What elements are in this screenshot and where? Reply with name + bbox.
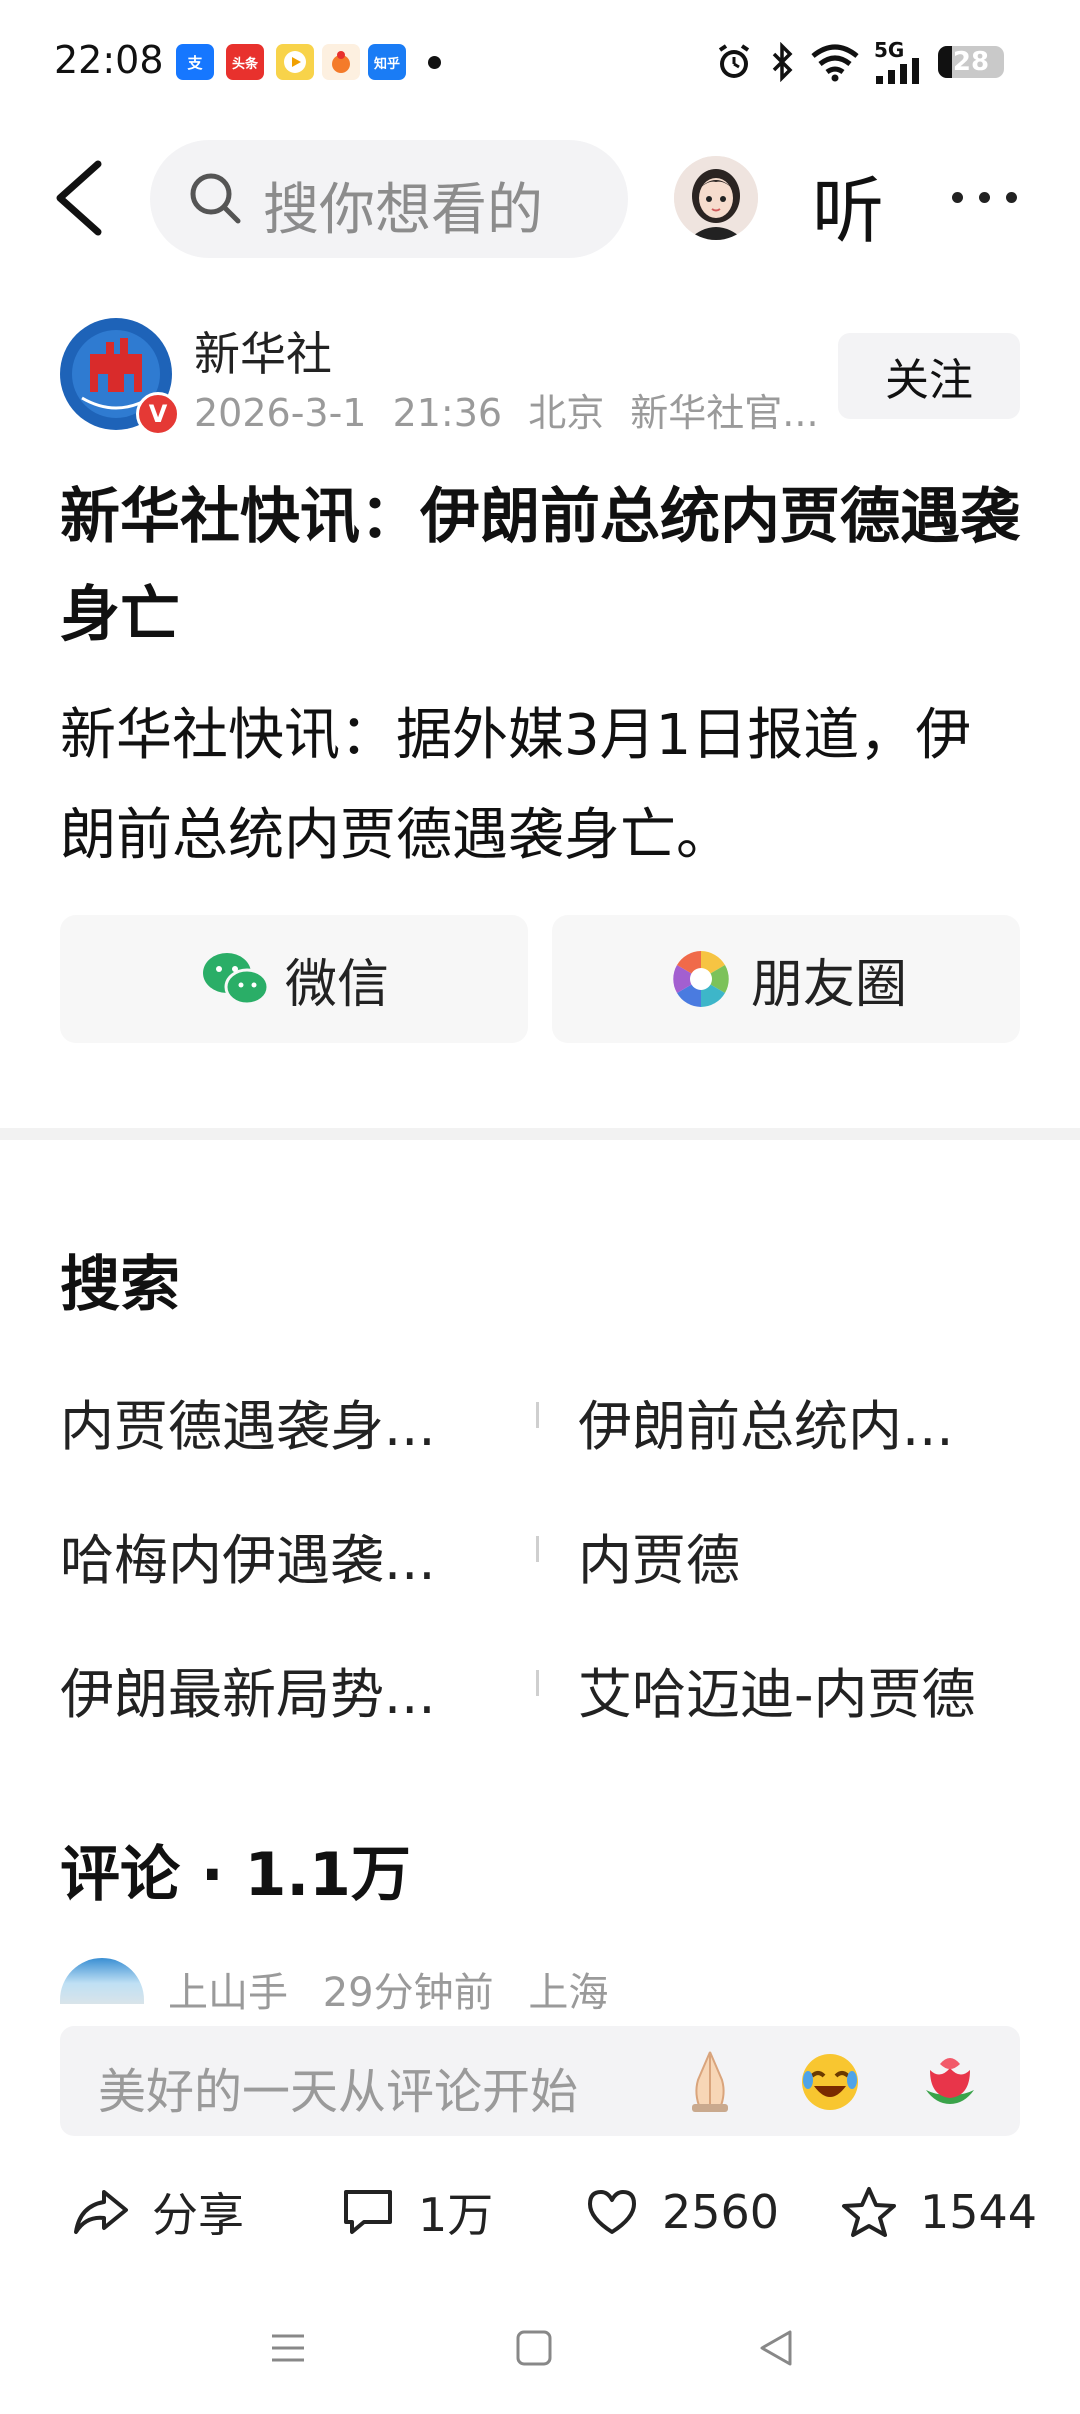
- share-wechat-label: 微信: [284, 954, 389, 1015]
- comment-input-placeholder: 美好的一天从评论开始: [98, 2064, 579, 2120]
- search-placeholder: 搜你想看的: [263, 178, 543, 243]
- search-suggestion[interactable]: 艾哈迈迪-内贾德: [578, 1650, 976, 1729]
- comment-count: 1万: [418, 2188, 494, 2242]
- heart-icon: [588, 2190, 636, 2234]
- search-input[interactable]: 搜你想看的: [150, 140, 628, 258]
- zhihu-icon: 知乎: [368, 44, 406, 80]
- home-icon[interactable]: [514, 2328, 554, 2368]
- back-arrow-icon[interactable]: [52, 160, 106, 236]
- share-moments-label: 朋友圈: [750, 954, 907, 1015]
- comment-time: 29分钟前: [322, 1970, 494, 2016]
- alarm-icon: [718, 44, 750, 78]
- search-icon: [190, 173, 241, 224]
- search-section-title: 搜索: [60, 1250, 180, 1320]
- moments-icon: [672, 951, 729, 1007]
- back-nav-icon[interactable]: [756, 2328, 796, 2368]
- commenter-name[interactable]: 上山手: [168, 1970, 288, 2016]
- commenter-avatar[interactable]: [60, 1958, 144, 2004]
- article-title: 新华社快讯：伊朗前总统内贾德遇袭身亡: [60, 482, 1020, 650]
- verified-badge-icon: V: [136, 392, 180, 436]
- search-suggestion[interactable]: 伊朗前总统内...: [578, 1382, 954, 1461]
- laughing-emoji-icon[interactable]: [796, 2046, 864, 2114]
- recent-apps-icon[interactable]: [268, 2328, 308, 2368]
- notification-dot-icon: [428, 56, 441, 69]
- favorite-action-button[interactable]: 1544: [840, 2182, 1037, 2242]
- baidu-icon: [322, 44, 360, 80]
- post-meta: 2026-3-1 21:36 北京 新华社官...: [194, 382, 819, 437]
- comment-bubble-icon: [344, 2190, 392, 2234]
- favorite-count: 1544: [920, 2185, 1038, 2239]
- comment-action-button[interactable]: 1万: [340, 2182, 493, 2242]
- battery-indicator: 28: [938, 46, 1004, 78]
- post-time: 21:36: [392, 391, 503, 435]
- search-suggestion[interactable]: 哈梅内伊遇袭...: [60, 1516, 436, 1595]
- like-count: 2560: [662, 2185, 780, 2239]
- author-name[interactable]: 新华社: [194, 318, 332, 384]
- more-options-icon[interactable]: [952, 188, 1033, 207]
- suggestion-separator: [536, 1536, 539, 1562]
- post-date: 2026-3-1: [194, 391, 367, 435]
- share-moments-button[interactable]: 朋友圈: [552, 915, 1020, 1043]
- suggestion-separator: [536, 1402, 539, 1428]
- comment-input[interactable]: 美好的一天从评论开始: [60, 2026, 1020, 2136]
- bluetooth-icon: [772, 42, 793, 82]
- follow-button[interactable]: 关注: [838, 333, 1020, 419]
- section-divider: [0, 1128, 1080, 1140]
- search-suggestion[interactable]: 内贾德遇袭身...: [60, 1382, 436, 1461]
- post-source: 新华社官...: [630, 391, 819, 435]
- praying-hands-emoji-icon[interactable]: [676, 2046, 744, 2114]
- comment-location: 上海: [528, 1970, 609, 2016]
- comments-title: 评论 · 1.1万: [60, 1840, 411, 1910]
- alipay-icon: 支: [176, 44, 214, 80]
- wifi-icon: [811, 44, 859, 82]
- comment-meta: 上山手 29分钟前 上海: [168, 1960, 608, 2018]
- suggestion-separator: [536, 1670, 539, 1696]
- search-suggestion[interactable]: 内贾德: [578, 1516, 740, 1595]
- share-wechat-button[interactable]: 微信: [60, 915, 528, 1043]
- post-location: 北京: [528, 391, 605, 435]
- rose-emoji-icon[interactable]: [916, 2046, 984, 2114]
- like-action-button[interactable]: 2560: [584, 2182, 779, 2242]
- search-suggestion[interactable]: 伊朗最新局势...: [60, 1650, 436, 1729]
- share-arrow-icon: [74, 2190, 128, 2234]
- share-action-label: 分享: [152, 2188, 244, 2242]
- wechat-icon: [202, 953, 270, 1006]
- status-time: 22:08: [54, 38, 164, 82]
- listen-button[interactable]: 听: [812, 152, 884, 257]
- share-action-button[interactable]: 分享: [72, 2182, 244, 2242]
- article-body: 新华社快讯：据外媒3月1日报道，伊朗前总统内贾德遇袭身亡。: [60, 703, 972, 868]
- toutiao-icon: 头条: [226, 44, 264, 80]
- user-avatar[interactable]: [674, 156, 758, 240]
- star-icon: [842, 2187, 896, 2237]
- video-app-icon: [276, 44, 314, 80]
- signal-icon: [876, 58, 919, 84]
